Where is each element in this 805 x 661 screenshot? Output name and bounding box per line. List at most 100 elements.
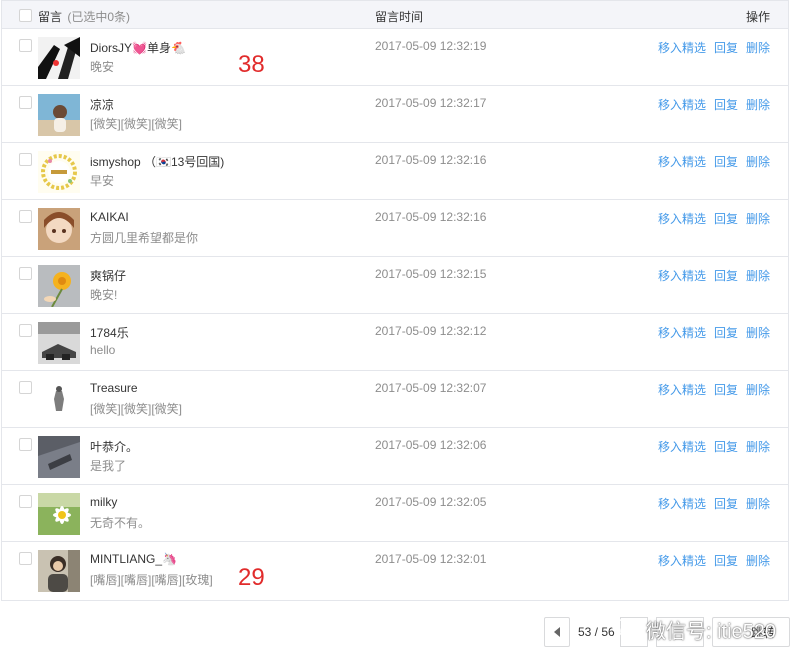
reply-link[interactable]: 回复 (714, 98, 738, 112)
row-checkbox[interactable] (19, 552, 32, 565)
feature-link[interactable]: 移入精选 (658, 440, 706, 454)
reply-link[interactable]: 回复 (714, 212, 738, 226)
feature-link[interactable]: 移入精选 (658, 98, 706, 112)
table-row: DiorsJY💓单身🐔 晚安 2017-05-09 12:32:19 38 移入… (2, 29, 788, 86)
page-indicator: 53 / 56 (578, 625, 615, 639)
row-checkbox[interactable] (19, 210, 32, 223)
message-time: 2017-05-09 12:32:15 (375, 267, 487, 281)
watermark: 微信号: itie520 (612, 612, 776, 646)
table-row: MINTLIANG_🦄 [嘴唇][嘴唇][嘴唇][玫瑰] 2017-05-09 … (2, 542, 788, 599)
reply-link[interactable]: 回复 (714, 497, 738, 511)
table-row: 凉凉 [微笑][微笑][微笑] 2017-05-09 12:32:17 移入精选… (2, 86, 788, 143)
selected-count: (已选中0条) (67, 10, 131, 24)
table-row: 叶恭介。 是我了 2017-05-09 12:32:06 移入精选 回复 删除 (2, 428, 788, 485)
row-checkbox[interactable] (19, 438, 32, 451)
delete-link[interactable]: 删除 (746, 212, 770, 226)
feature-link[interactable]: 移入精选 (658, 155, 706, 169)
delete-link[interactable]: 删除 (746, 440, 770, 454)
message-table: 留言 (已选中0条) 留言时间 操作 DiorsJY💓单身🐔 晚安 2017-0… (1, 0, 789, 601)
message-content: [微笑][微笑][微笑] (90, 402, 183, 416)
feature-link[interactable]: 移入精选 (658, 497, 706, 511)
header-time: 留言时间 (375, 10, 424, 24)
prev-page-button[interactable] (544, 617, 570, 647)
delete-link[interactable]: 删除 (746, 41, 770, 55)
wechat-icon (612, 619, 638, 638)
avatar (38, 94, 80, 136)
row-checkbox[interactable] (19, 495, 32, 508)
message-content: [嘴唇][嘴唇][嘴唇][玫瑰] (90, 573, 213, 587)
row-actions: 移入精选 回复 删除 (658, 96, 770, 113)
reply-link[interactable]: 回复 (714, 155, 738, 169)
delete-link[interactable]: 删除 (746, 269, 770, 283)
message-content: 是我了 (90, 459, 127, 473)
row-checkbox[interactable] (19, 153, 32, 166)
feature-link[interactable]: 移入精选 (658, 383, 706, 397)
row-checkbox[interactable] (19, 324, 32, 337)
delete-link[interactable]: 删除 (746, 155, 770, 169)
delete-link[interactable]: 删除 (746, 98, 770, 112)
row-actions: 移入精选 回复 删除 (658, 267, 770, 284)
reply-link[interactable]: 回复 (714, 383, 738, 397)
row-actions: 移入精选 回复 删除 (658, 495, 770, 512)
header-message-label: 留言 (38, 10, 63, 24)
row-actions: 移入精选 回复 删除 (658, 381, 770, 398)
feature-link[interactable]: 移入精选 (658, 326, 706, 340)
table-row: Treasure [微笑][微笑][微笑] 2017-05-09 12:32:0… (2, 371, 788, 428)
message-time: 2017-05-09 12:32:12 (375, 324, 487, 338)
header-message: 留言 (已选中0条) (38, 8, 130, 25)
message-content: [微笑][微笑][微笑] (90, 117, 183, 131)
row-actions: 移入精选 回复 删除 (658, 324, 770, 341)
annotation-number: 29 (238, 564, 265, 591)
table-row: milky 无奇不有。 2017-05-09 12:32:05 移入精选 回复 删除 (2, 485, 788, 542)
avatar (38, 37, 80, 79)
message-content: hello (90, 343, 116, 357)
reply-link[interactable]: 回复 (714, 326, 738, 340)
feature-link[interactable]: 移入精选 (658, 269, 706, 283)
delete-link[interactable]: 删除 (746, 497, 770, 511)
feature-link[interactable]: 移入精选 (658, 41, 706, 55)
message-time: 2017-05-09 12:32:17 (375, 96, 487, 110)
feature-link[interactable]: 移入精选 (658, 212, 706, 226)
annotation-number: 38 (238, 51, 265, 78)
avatar (38, 208, 80, 250)
nickname: 凉凉 (90, 98, 115, 112)
nickname: DiorsJY💓单身🐔 (90, 41, 186, 55)
avatar (38, 379, 80, 421)
nickname: 叶恭介。 (90, 440, 139, 454)
avatar (38, 151, 80, 193)
reply-link[interactable]: 回复 (714, 440, 738, 454)
nickname: 爽锅仔 (90, 269, 127, 283)
reply-link[interactable]: 回复 (714, 269, 738, 283)
message-content: 无奇不有。 (90, 516, 151, 530)
nickname: Treasure (90, 381, 138, 395)
reply-link[interactable]: 回复 (714, 554, 738, 568)
watermark-text: 微信号: itie520 (646, 620, 777, 643)
delete-link[interactable]: 删除 (746, 383, 770, 397)
row-actions: 移入精选 回复 删除 (658, 438, 770, 455)
message-time: 2017-05-09 12:32:06 (375, 438, 487, 452)
table-row: 1784乐 hello 2017-05-09 12:32:12 移入精选 回复 删除 (2, 314, 788, 371)
row-checkbox[interactable] (19, 267, 32, 280)
message-time: 2017-05-09 12:32:07 (375, 381, 487, 395)
row-actions: 移入精选 回复 删除 (658, 210, 770, 227)
row-actions: 移入精选 回复 删除 (658, 39, 770, 56)
avatar (38, 550, 80, 592)
message-time: 2017-05-09 12:32:01 (375, 552, 487, 566)
nickname: MINTLIANG_🦄 (90, 552, 177, 566)
delete-link[interactable]: 删除 (746, 326, 770, 340)
row-actions: 移入精选 回复 删除 (658, 552, 770, 569)
table-row: ismyshop （🇰🇷13号回国) 早安 2017-05-09 12:32:1… (2, 143, 788, 200)
message-time: 2017-05-09 12:32:16 (375, 210, 487, 224)
nickname: milky (90, 495, 118, 509)
feature-link[interactable]: 移入精选 (658, 554, 706, 568)
delete-link[interactable]: 删除 (746, 554, 770, 568)
row-checkbox[interactable] (19, 39, 32, 52)
message-content: 方圆几里希望都是你 (90, 231, 199, 245)
message-content: 早安 (90, 174, 115, 188)
reply-link[interactable]: 回复 (714, 41, 738, 55)
avatar (38, 265, 80, 307)
header-operations: 操作 (745, 10, 770, 24)
select-all-checkbox[interactable] (19, 9, 32, 22)
row-checkbox[interactable] (19, 96, 32, 109)
row-checkbox[interactable] (19, 381, 32, 394)
